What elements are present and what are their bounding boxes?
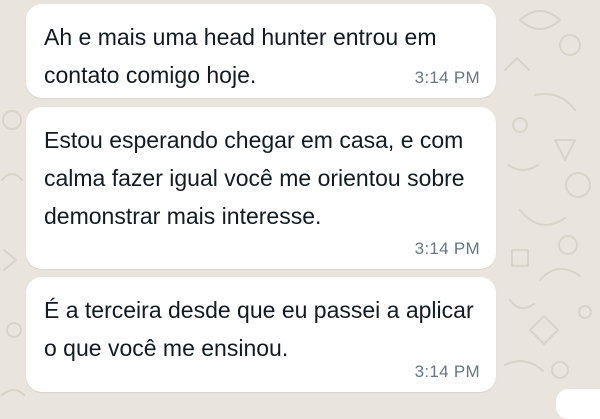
message-timestamp: 3:14 PM: [414, 68, 480, 87]
partial-message-bubble[interactable]: [556, 389, 600, 419]
chat-message-list[interactable]: Ah e mais uma head hunter entrou em cont…: [0, 0, 600, 419]
message-timestamp: 3:14 PM: [414, 239, 480, 258]
message-bubble[interactable]: Estou esperando chegar em casa, e com ca…: [26, 107, 496, 269]
message-text: É a terceira desde que eu passei a aplic…: [44, 297, 474, 361]
message-text: Estou esperando chegar em casa, e com ca…: [44, 127, 465, 229]
message-timestamp: 3:14 PM: [414, 362, 480, 381]
message-bubble[interactable]: É a terceira desde que eu passei a aplic…: [26, 277, 496, 392]
message-bubble[interactable]: Ah e mais uma head hunter entrou em cont…: [26, 4, 496, 98]
